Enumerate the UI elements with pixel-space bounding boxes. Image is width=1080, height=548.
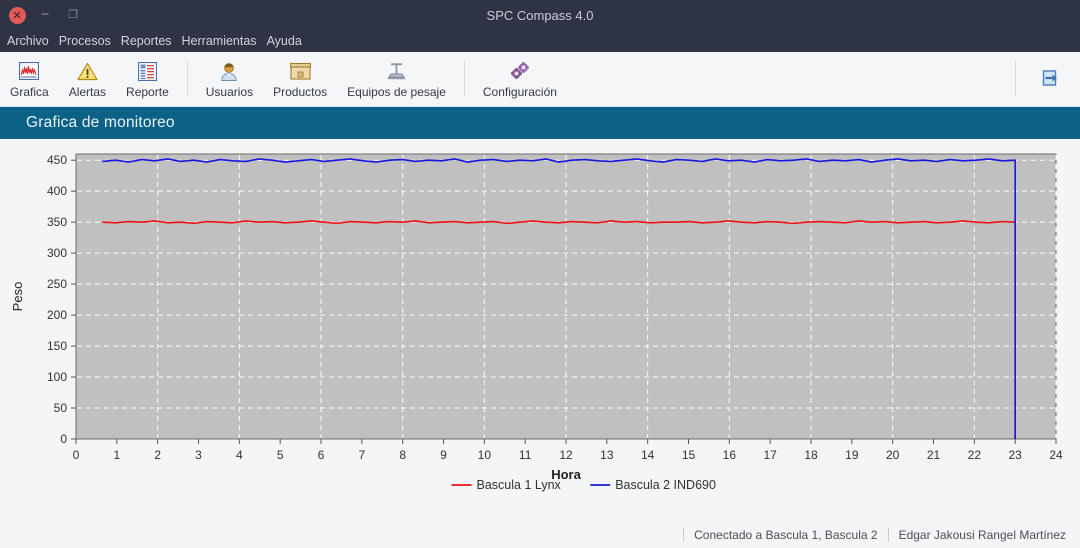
status-bar: Conectado a Bascula 1, Bascula 2 Edgar J… [0,522,1080,548]
status-separator-2 [887,528,889,542]
chart-canvas[interactable]: 0501001502002503003504004500 1 2 3 4 5 6 7 8 9 10 1… [0,139,1080,522]
x-tick-label: 6 [318,448,325,462]
x-tick-label: 20 [886,448,900,462]
menu-reportes[interactable]: Reportes [116,32,177,50]
close-icon: ✕ [8,6,26,24]
logout-button[interactable] [1026,64,1072,94]
legend-label-2: Bascula 2 IND690 [615,478,716,492]
toolbar-right-section [1015,52,1072,106]
toolbar-label-usuarios: Usuarios [205,85,254,99]
plot-background [75,153,1057,440]
menu-archivo[interactable]: Archivo [2,32,54,50]
minimize-icon: − [40,6,50,23]
y-tick-label: 350 [47,215,67,229]
toolbar-button-productos[interactable]: Productos [263,57,337,101]
close-button[interactable]: ✕ [6,4,28,26]
legend-label-1: Bascula 1 Lynx [477,478,562,492]
x-tick-label: 8 [399,448,406,462]
page-header-band: Grafica de monitoreo [0,107,1080,139]
x-tick-label: 22 [968,448,982,462]
y-tick-label: 400 [47,184,67,198]
y-tick-label: 150 [47,339,67,353]
status-user: Edgar Jakousi Rangel Martínez [898,528,1066,542]
menu-bar: Archivo Procesos Reportes Herramientas A… [0,30,1080,52]
y-tick-label: 50 [54,401,68,415]
user-icon [216,60,242,82]
toolbar-label-configuracion: Configuración [482,85,557,99]
x-tick-label: 4 [236,448,243,462]
x-tick-label: 13 [600,448,614,462]
status-connection: Conectado a Bascula 1, Bascula 2 [694,528,878,542]
x-tick-label: 16 [723,448,737,462]
x-tick-label: 14 [641,448,655,462]
toolbar-label-grafica: Grafica [10,85,49,99]
toolbar-label-alertas: Alertas [68,85,107,99]
minimize-button[interactable]: − [34,4,56,26]
x-tick-label: 23 [1008,448,1022,462]
x-tick-label: 17 [763,448,777,462]
toolbar-separator-1 [186,61,188,97]
toolbar-button-reporte[interactable]: Reporte [116,57,179,101]
warning-triangle-icon [74,60,100,82]
toolbar-group-catalog: Usuarios Productos Equipos de pesaje [196,52,456,106]
toolbar-button-alertas[interactable]: Alertas [59,57,116,101]
toolbar-label-productos: Productos [273,85,328,99]
x-tick-label: 10 [478,448,492,462]
x-tick-label: 2 [154,448,161,462]
toolbar: Grafica Alertas Reporte Usuarios Product… [0,52,1080,107]
maximize-button[interactable]: ❐ [62,4,84,26]
x-tick-label: 1 [113,448,120,462]
monitoring-chart[interactable]: 0 50 100 150 200 250 300 350 400 450 0 1 2 3 4 5 6 7 8 9 10 1… [0,139,1080,522]
x-tick-label: 5 [277,448,284,462]
toolbar-label-reporte: Reporte [126,85,169,99]
x-tick-label: 9 [440,448,447,462]
x-tick-label: 0 [73,448,80,462]
x-tick-label: 15 [682,448,696,462]
content-area: 0 50 100 150 200 250 300 350 400 450 0 1 2 3 4 5 6 7 8 9 10 1… [0,139,1080,522]
toolbar-button-equipos-de-pesaje[interactable]: Equipos de pesaje [337,57,456,101]
status-separator-1 [683,528,685,542]
logout-door-icon [1036,67,1062,89]
toolbar-group-analysis: Grafica Alertas Reporte [0,52,179,106]
toolbar-button-configuracion[interactable]: Configuración [473,57,567,101]
y-tick-label: 100 [47,370,67,384]
x-tick-label: 3 [195,448,202,462]
y-tick-label: 300 [47,246,67,260]
chart-icon [16,60,42,82]
toolbar-separator-2 [463,61,465,97]
report-list-icon [134,60,160,82]
x-tick-label: 19 [845,448,859,462]
y-tick-label: 0 [60,432,67,446]
menu-herramientas[interactable]: Herramientas [177,32,262,50]
x-tick-label: 7 [358,448,365,462]
page-title: Grafica de monitoreo [26,114,175,131]
toolbar-button-grafica[interactable]: Grafica [0,57,59,101]
y-tick-label: 450 [47,153,67,167]
x-tick-label: 18 [804,448,818,462]
x-tick-label: 12 [559,448,573,462]
toolbar-label-equipos-de-pesaje: Equipos de pesaje [347,85,446,99]
toolbar-button-usuarios[interactable]: Usuarios [196,57,263,101]
y-tick-label: 200 [47,308,67,322]
maximize-icon: ❐ [68,8,78,21]
gears-icon [507,60,533,82]
toolbar-separator-3 [1015,61,1016,97]
menu-ayuda[interactable]: Ayuda [262,32,307,50]
toolbar-group-settings: Configuración [473,52,567,106]
y-tick-label: 250 [47,277,67,291]
scale-icon [384,60,410,82]
title-bar: ✕ − ❐ SPC Compass 4.0 [0,0,1080,30]
window-title: SPC Compass 4.0 [486,7,594,23]
x-tick-label: 11 [519,448,532,462]
x-tick-label: 24 [1049,448,1063,462]
menu-procesos[interactable]: Procesos [54,32,116,50]
y-axis-label: Peso [10,282,25,312]
x-tick-label: 21 [927,448,941,462]
box-icon [287,60,313,82]
